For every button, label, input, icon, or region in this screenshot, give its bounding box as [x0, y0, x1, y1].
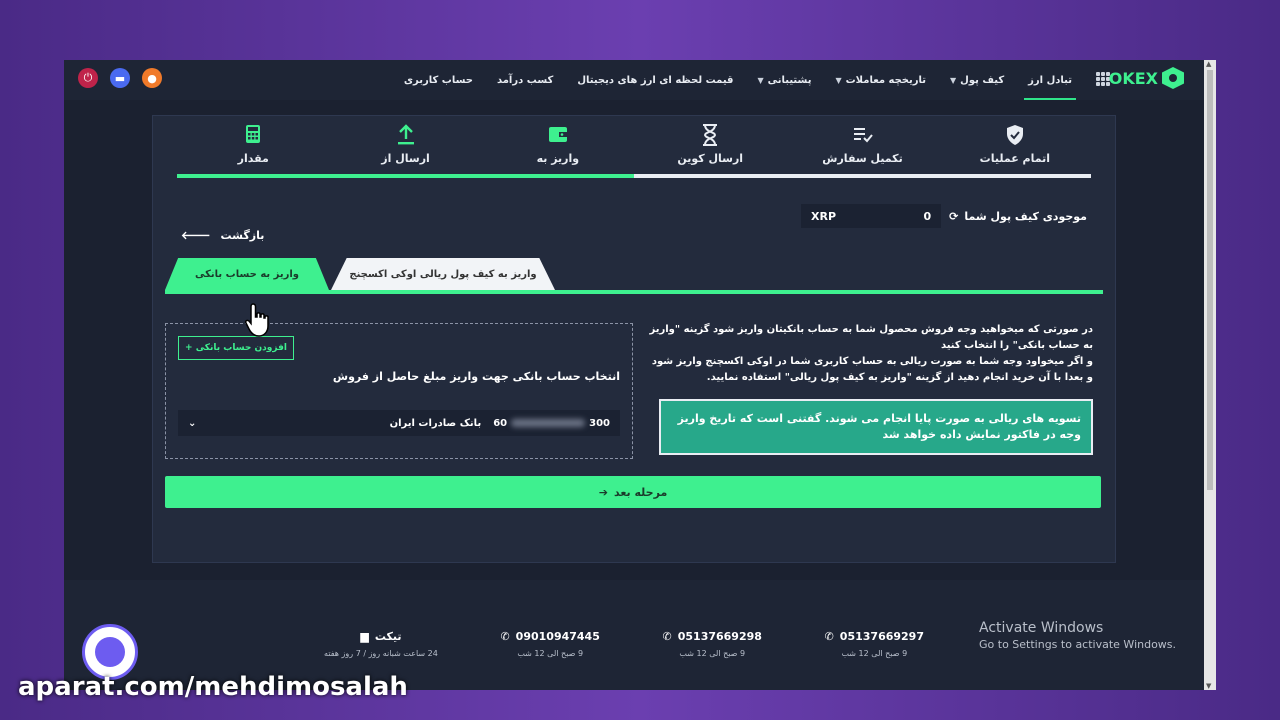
tab-underline [165, 290, 1103, 294]
upload-icon [396, 124, 416, 146]
wallet-icon [548, 124, 568, 146]
nav-item-live-prices[interactable]: قیمت لحظه ای ارز های دیجیتال [565, 60, 745, 100]
phone-icon: ✆ [662, 630, 672, 643]
back-link[interactable]: 🡐 بازگشت [181, 228, 265, 243]
nav-item-trade-history[interactable]: تاریخچه معاملات ▼ [823, 60, 938, 100]
step-amount: مقدار [177, 124, 329, 178]
deposit-tabs: واریز به حساب بانکی واریز به کیف پول ریا… [165, 258, 1103, 294]
bank-account-select[interactable]: 300 60 بانک صادرات ایران ⌄ [178, 410, 620, 436]
hourglass-icon [701, 124, 719, 146]
top-navbar: ⏻ ▬ ● تبادل ارز کیف پول ▼ تاریخچه معاملات… [64, 60, 1204, 100]
nav-item-account[interactable]: حساب کاربری [392, 60, 485, 100]
arrow-right-icon: ➔ [598, 485, 608, 499]
next-step-button[interactable]: مرحله بعد ➔ [165, 476, 1101, 508]
header-action-icons: ⏻ ▬ ● [78, 68, 162, 88]
next-step-label: مرحله بعد [613, 485, 668, 499]
plus-icon: + [185, 343, 196, 353]
exchange-card: اتمام عملیات تکمیل سفارش ارسال کوین واری… [152, 115, 1116, 563]
list-check-icon [852, 124, 874, 146]
footer-contacts: 05137669297 ✆ 9 صبح الی 12 شب 05137669298… [324, 630, 924, 658]
balance-amount: 0 [923, 209, 932, 223]
contact-phone-2[interactable]: 05137669298 ✆ 9 صبح الی 12 شب [663, 630, 762, 658]
bank-account-box: + افزودن حساب بانکی انتخاب حساب بانکی جه… [165, 323, 633, 459]
nav-item-exchange[interactable]: تبادل ارز [1016, 60, 1084, 100]
add-bank-account-button[interactable]: + افزودن حساب بانکی [178, 336, 294, 360]
calculator-icon [245, 124, 261, 146]
chevron-down-icon: ▼ [950, 75, 957, 85]
logo-text: OKEX [1108, 68, 1158, 88]
windows-activation-watermark: Activate Windows Go to Settings to activ… [979, 620, 1177, 651]
tab-rial-wallet[interactable]: واریز به کیف پول ریالی اوکی اکسچنج [331, 258, 555, 290]
shield-check-icon [1005, 124, 1025, 146]
step-send-coin: ارسال کوین [634, 124, 786, 178]
progress-fill [177, 174, 634, 178]
nav-item-wallet[interactable]: کیف پول ▼ [938, 60, 1016, 100]
balance-value: 0 XRP [801, 204, 942, 228]
contact-phone-1[interactable]: 05137669297 ✆ 9 صبح الی 12 شب [825, 630, 924, 658]
account-number-masked [511, 419, 586, 427]
nav-item-earn[interactable]: کسب درآمد [485, 60, 565, 100]
hand-cursor-icon [244, 302, 274, 342]
refresh-icon[interactable]: ⟳ [949, 210, 958, 223]
deposit-info-text: در صورتی که میخواهید وجه فروش محصول شما … [649, 324, 1093, 383]
logo-hex-icon [1162, 67, 1184, 89]
notification-icon[interactable]: ● [142, 68, 162, 88]
step-progress-bar [177, 174, 1091, 178]
bank-account-value: 300 60 بانک صادرات ایران [390, 418, 610, 429]
phone-icon: ✆ [824, 630, 834, 643]
scroll-up-icon[interactable]: ▲ [1206, 60, 1211, 68]
account-number-suffix: 300 [589, 417, 610, 429]
step-finish: اتمام عملیات [939, 124, 1091, 178]
contact-phone-3[interactable]: 09010947445 ✆ 9 صبح الی 12 شب [500, 630, 599, 658]
back-label: بازگشت [220, 228, 265, 242]
power-icon[interactable]: ⏻ [78, 68, 98, 88]
scroll-down-icon[interactable]: ▼ [1206, 682, 1211, 690]
balance-currency: XRP [811, 209, 837, 223]
step-send-from: ارسال از [329, 124, 481, 178]
contact-ticket[interactable]: تیکت ▆ 24 ساعت شبانه روز / 7 روز هفته [324, 630, 438, 658]
page-scrollbar[interactable]: ▲ ▼ [1204, 60, 1216, 690]
phone-icon: ✆ [500, 630, 510, 643]
account-number-prefix: 60 [493, 417, 508, 429]
tab-bank-account[interactable]: واریز به حساب بانکی [165, 258, 329, 290]
headset-icon [95, 637, 125, 667]
chat-icon[interactable]: ▬ [110, 68, 130, 88]
settlement-notice: تسویه های ریالی به صورت پایا انجام می شو… [659, 399, 1093, 455]
main-menu: تبادل ارز کیف پول ▼ تاریخچه معاملات ▼ پشتی… [392, 60, 1084, 100]
bank-name: بانک صادرات ایران [389, 417, 482, 429]
step-complete-order: تکمیل سفارش [786, 124, 938, 178]
chevron-down-icon: ▼ [835, 75, 842, 85]
app-window: ⏻ ▬ ● تبادل ارز کیف پول ▼ تاریخچه معاملات… [64, 60, 1216, 690]
scrollbar-thumb[interactable] [1207, 70, 1213, 490]
step-deposit-to: واریز به [482, 124, 634, 178]
balance-label: موجودی کیف پول شما ⟳ [949, 209, 1087, 223]
step-indicator: اتمام عملیات تکمیل سفارش ارسال کوین واری… [177, 124, 1091, 178]
chevron-down-icon: ▼ [757, 75, 764, 85]
nav-item-support[interactable]: پشتیبانی ▼ [745, 60, 823, 100]
brand-logo[interactable]: OKEX [1109, 67, 1184, 89]
video-watermark: aparat.com/mehdimosalah [18, 672, 408, 702]
arrow-left-icon: 🡐 [181, 229, 211, 242]
bank-select-label: انتخاب حساب بانکی جهت واریز مبلغ حاصل از… [332, 370, 620, 383]
wallet-balance: موجودی کیف پول شما ⟳ 0 XRP [801, 204, 1095, 228]
chevron-down-icon: ⌄ [188, 417, 197, 429]
chat-bubble-icon: ▆ [360, 630, 369, 643]
add-bank-label: افزودن حساب بانکی [195, 343, 287, 353]
